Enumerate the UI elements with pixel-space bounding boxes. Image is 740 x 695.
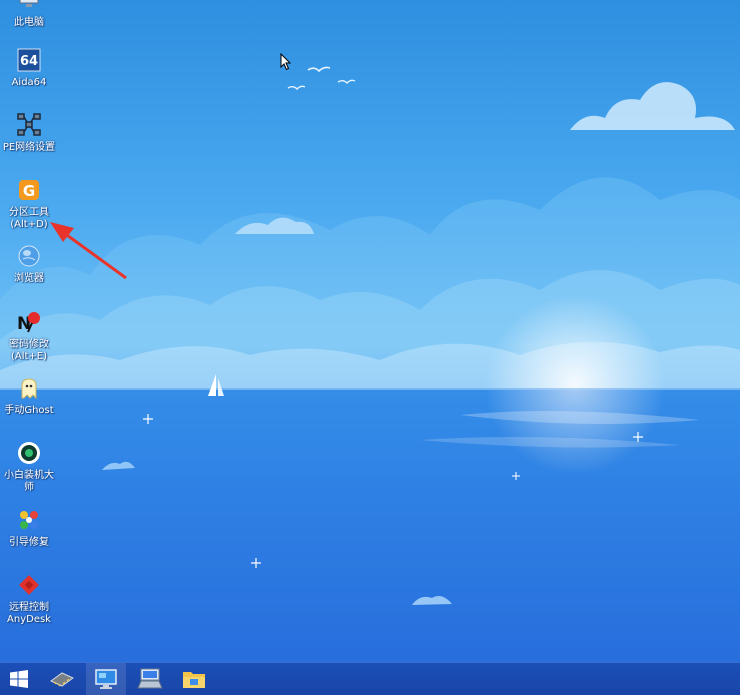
partition-tool-icon: G: [15, 176, 43, 204]
taskbar-monitor[interactable]: [86, 663, 126, 695]
icon-label: 浏览器: [14, 273, 44, 284]
memory-chip-icon: [50, 672, 74, 687]
mouse-cursor-icon: [280, 53, 292, 71]
taskbar-explorer[interactable]: [174, 663, 214, 695]
desktop-icon-password-change[interactable]: N 密码修改 (Alt+E): [0, 308, 58, 363]
desktop-icon-xiaobai[interactable]: 小白装机大师: [0, 439, 58, 494]
desktop-icon-this-pc[interactable]: 此电脑: [0, 0, 58, 29]
taskbar-hardware[interactable]: [42, 663, 82, 695]
desktop-icon-anydesk[interactable]: 远程控制 AnyDesk: [0, 571, 58, 626]
desktop-icon-boot-repair[interactable]: 引导修复: [0, 506, 58, 549]
aida64-icon: 64: [15, 46, 43, 74]
keyboard-icon: [137, 668, 163, 689]
folder-icon: [183, 672, 205, 688]
desktop-icon-manual-ghost[interactable]: 手动Ghost: [0, 374, 58, 417]
icon-label: 分区工具 (Alt+D): [9, 207, 49, 230]
icon-label: Aida64: [11, 77, 47, 88]
icon-label: 引导修复: [9, 537, 49, 548]
monitor-icon: [95, 669, 117, 689]
computer-icon: [15, 0, 43, 14]
wallpaper: [0, 66, 740, 662]
network-icon: [15, 111, 43, 139]
icon-label: 远程控制 AnyDesk: [7, 602, 51, 625]
ghost-icon: [15, 374, 43, 402]
anydesk-icon: [15, 571, 43, 599]
desktop-icon-browser[interactable]: 浏览器: [0, 242, 58, 285]
svg-text:64: 64: [20, 54, 38, 69]
globe-icon: [15, 242, 43, 270]
icon-label: 此电脑: [14, 17, 44, 28]
icon-label: 小白装机大师: [4, 470, 54, 493]
desktop-icon-aida64[interactable]: 64 Aida64: [0, 46, 58, 89]
icon-label: 密码修改 (Alt+E): [9, 339, 49, 362]
xiaobai-icon: [15, 439, 43, 467]
taskbar-keyboard[interactable]: [130, 663, 170, 695]
desktop-icon-partition-tool[interactable]: G 分区工具 (Alt+D): [0, 176, 58, 231]
icon-label: 手动Ghost: [4, 405, 54, 416]
windows-logo-icon: [10, 670, 28, 688]
desktop[interactable]: 此电脑 64 Aida64 PE网络设置 G 分区工具 (Alt+D) 浏览器 …: [0, 0, 740, 662]
boot-repair-icon: [15, 506, 43, 534]
icon-label: PE网络设置: [2, 142, 56, 153]
svg-text:G: G: [23, 182, 35, 200]
password-icon: N: [15, 308, 43, 336]
start-button[interactable]: [0, 663, 38, 695]
desktop-icon-pe-network[interactable]: PE网络设置: [0, 111, 58, 154]
taskbar: [0, 662, 740, 695]
